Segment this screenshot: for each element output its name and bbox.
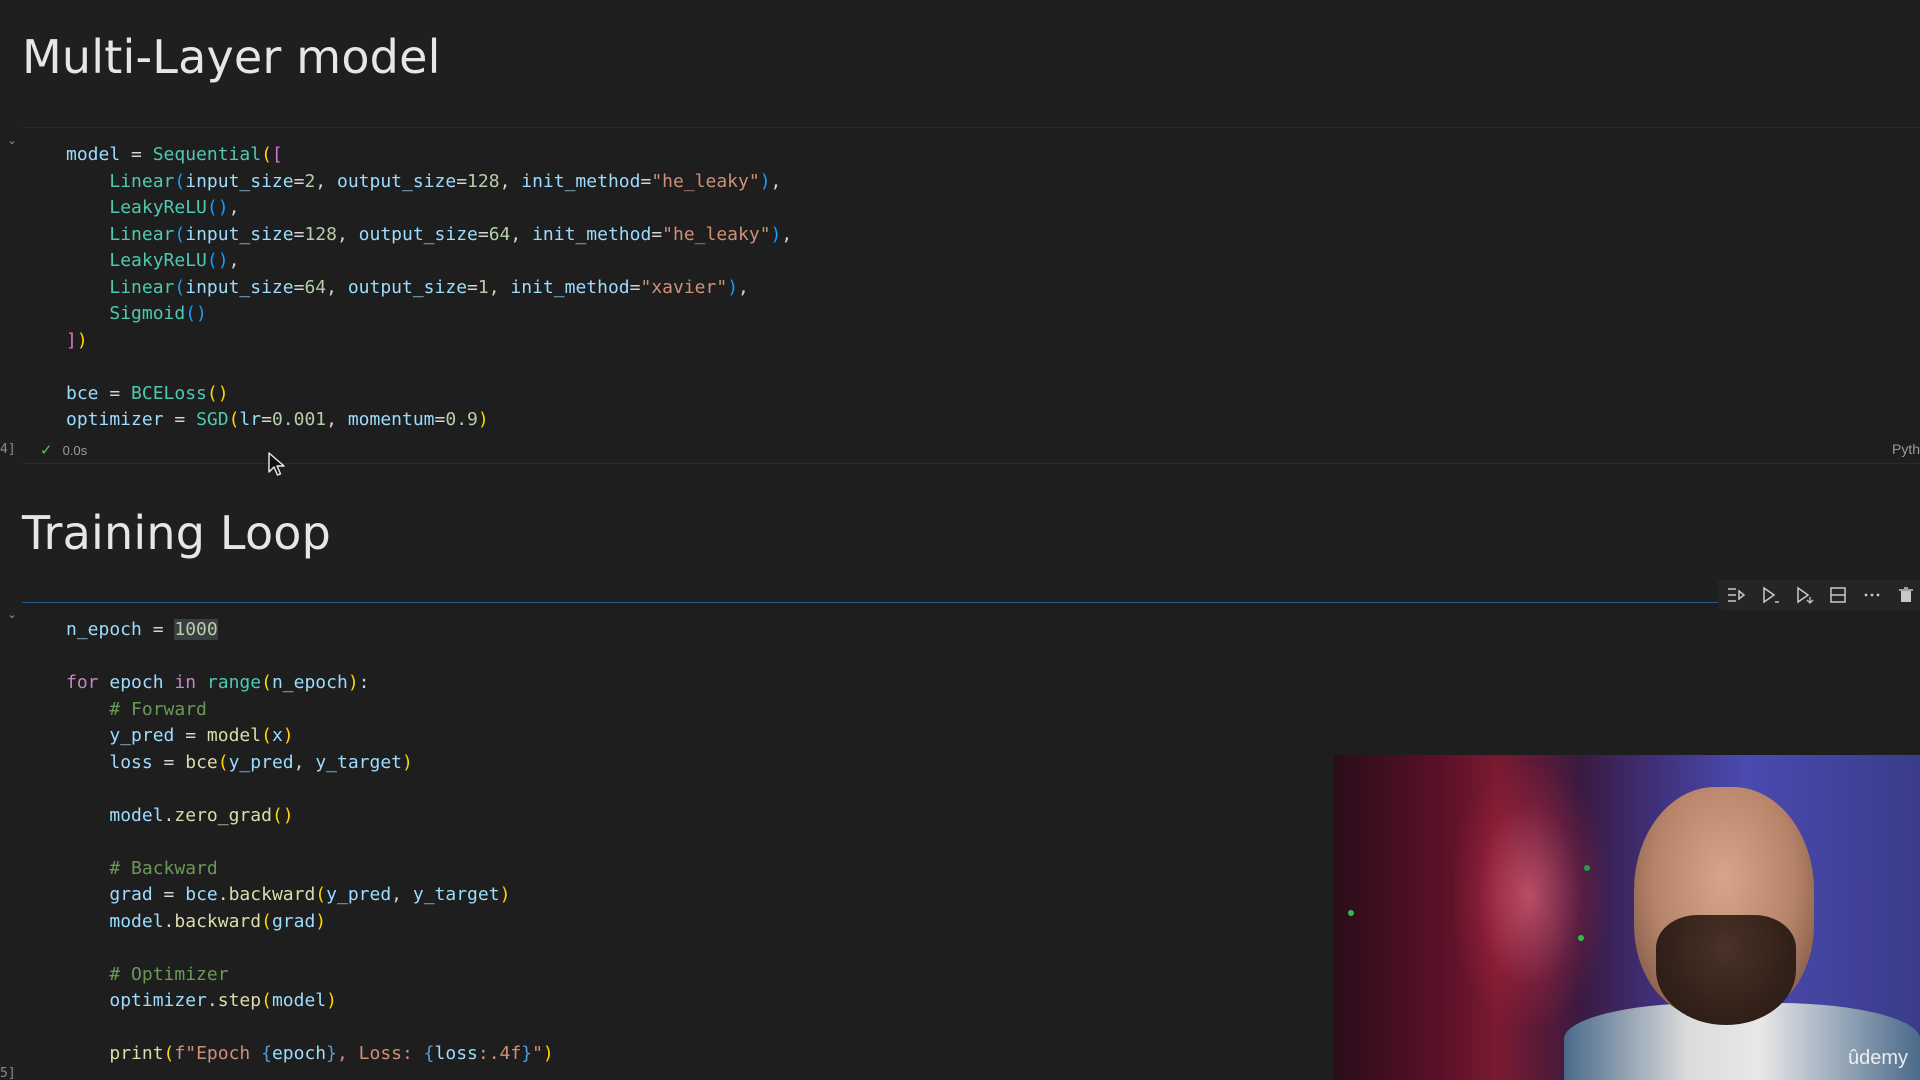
code-token: n_epoch	[271, 672, 348, 693]
code-token: y_pred	[228, 751, 294, 773]
code-token: BCELoss	[131, 382, 207, 404]
code-token: "	[532, 1043, 543, 1064]
notebook-page: Multi-Layer model ⌄ 4] model = Sequentia…	[0, 0, 1920, 1080]
check-icon: ✓	[40, 442, 53, 459]
code-editor-model[interactable]: model = Sequential([ Linear(input_size=2…	[66, 142, 792, 434]
code-token: print	[109, 1043, 164, 1064]
code-token: bce	[185, 751, 218, 773]
execute-below-icon[interactable]	[1792, 583, 1816, 607]
code-token: init_method	[532, 223, 652, 245]
code-token: f"Epoch	[174, 1043, 262, 1064]
code-token: optimizer	[109, 990, 207, 1011]
code-token: (	[261, 144, 272, 165]
code-token: 0.9	[445, 409, 478, 430]
code-token: zero_grad	[174, 804, 272, 826]
chevron-down-icon[interactable]: ⌄	[6, 135, 18, 147]
code-token: momentum	[347, 409, 435, 430]
code-token: model	[66, 144, 121, 165]
code-token: LeakyReLU	[109, 250, 207, 271]
code-token: model	[109, 910, 164, 932]
code-token: output_size	[358, 223, 478, 245]
execution-time: 0.0s	[62, 442, 88, 458]
split-cell-icon[interactable]	[1826, 583, 1850, 607]
code-token: bce	[66, 382, 99, 404]
code-token: loss	[434, 1043, 478, 1064]
execution-count: 4]	[0, 442, 16, 457]
code-token: step	[217, 990, 262, 1011]
code-token: 64	[304, 276, 327, 298]
code-token: backward	[228, 884, 316, 905]
code-token: LeakyReLU	[109, 197, 207, 218]
code-token: epoch	[109, 672, 164, 693]
code-token: epoch	[271, 1043, 327, 1064]
code-token: 2	[304, 170, 316, 192]
delete-icon[interactable]	[1894, 583, 1918, 607]
instructor-webcam: ûdemy	[1334, 755, 1920, 1080]
code-token: "he_leaky"	[651, 170, 760, 192]
code-token: optimizer	[66, 409, 164, 430]
code-token: "xavier"	[640, 276, 728, 298]
code-token: "he_leaky"	[662, 223, 771, 245]
code-token: Sequential	[152, 144, 262, 165]
code-token: output_size	[336, 170, 457, 192]
code-token: input_size	[185, 276, 294, 298]
code-token: grad	[109, 884, 153, 905]
code-token: x	[271, 725, 283, 746]
code-token: model	[271, 990, 327, 1011]
code-comment: # Forward	[109, 698, 207, 720]
code-token: for	[66, 672, 99, 693]
code-token: n_epoch	[66, 619, 142, 640]
code-token: lr	[239, 409, 262, 430]
code-token: :.4f	[477, 1043, 522, 1064]
code-token: SGD	[196, 409, 229, 430]
code-token: y_pred	[109, 725, 175, 746]
code-comment: # Backward	[109, 857, 218, 879]
code-token: range	[206, 672, 262, 693]
code-token: 128	[467, 170, 500, 192]
selected-text[interactable]: 1000	[174, 619, 218, 640]
code-token: grad	[271, 910, 316, 932]
mouse-pointer-icon	[268, 452, 285, 476]
code-token: 0.001	[271, 409, 327, 430]
code-token: y_target	[315, 751, 403, 773]
code-token: input_size	[185, 223, 294, 245]
code-token: y_pred	[326, 884, 392, 905]
code-token: input_size	[185, 170, 294, 192]
markdown-heading-training-loop: Training Loop	[22, 506, 332, 560]
udemy-logo: ûdemy	[1847, 1047, 1908, 1069]
code-token: init_method	[521, 170, 641, 192]
code-comment: # Optimizer	[109, 963, 229, 985]
execution-count: 5]	[0, 1066, 16, 1080]
code-token: model	[206, 725, 262, 746]
code-token: , Loss:	[336, 1043, 424, 1064]
code-token: bce	[185, 884, 218, 905]
code-token: init_method	[510, 276, 630, 298]
cell-toolbar	[1718, 580, 1920, 610]
code-token: y_target	[412, 884, 500, 905]
kernel-language-label[interactable]: Pyth	[1892, 441, 1920, 457]
code-token: model	[109, 804, 164, 826]
code-token: backward	[174, 910, 262, 932]
code-token: [	[271, 144, 283, 165]
run-by-line-icon[interactable]	[1724, 583, 1748, 607]
code-token: Linear	[109, 276, 175, 298]
more-actions-icon[interactable]	[1860, 583, 1884, 607]
code-token: =	[120, 144, 153, 165]
code-token: Linear	[109, 170, 175, 192]
cell-status: ✓ 0.0s	[40, 441, 87, 459]
code-token: Linear	[109, 223, 175, 245]
code-token: 64	[488, 223, 511, 245]
chevron-down-icon[interactable]: ⌄	[6, 609, 18, 621]
code-editor-training-loop[interactable]: n_epoch = 1000 for epoch in range(n_epoc…	[66, 617, 554, 1068]
code-token: loss	[109, 751, 153, 773]
markdown-heading-multi-layer: Multi-Layer model	[22, 30, 441, 84]
code-token: output_size	[347, 276, 468, 298]
code-token: Sigmoid	[109, 303, 186, 324]
execute-above-icon[interactable]	[1758, 583, 1782, 607]
code-token: in	[174, 672, 197, 693]
code-token: 128	[304, 223, 337, 245]
code-token: 1	[477, 276, 489, 298]
